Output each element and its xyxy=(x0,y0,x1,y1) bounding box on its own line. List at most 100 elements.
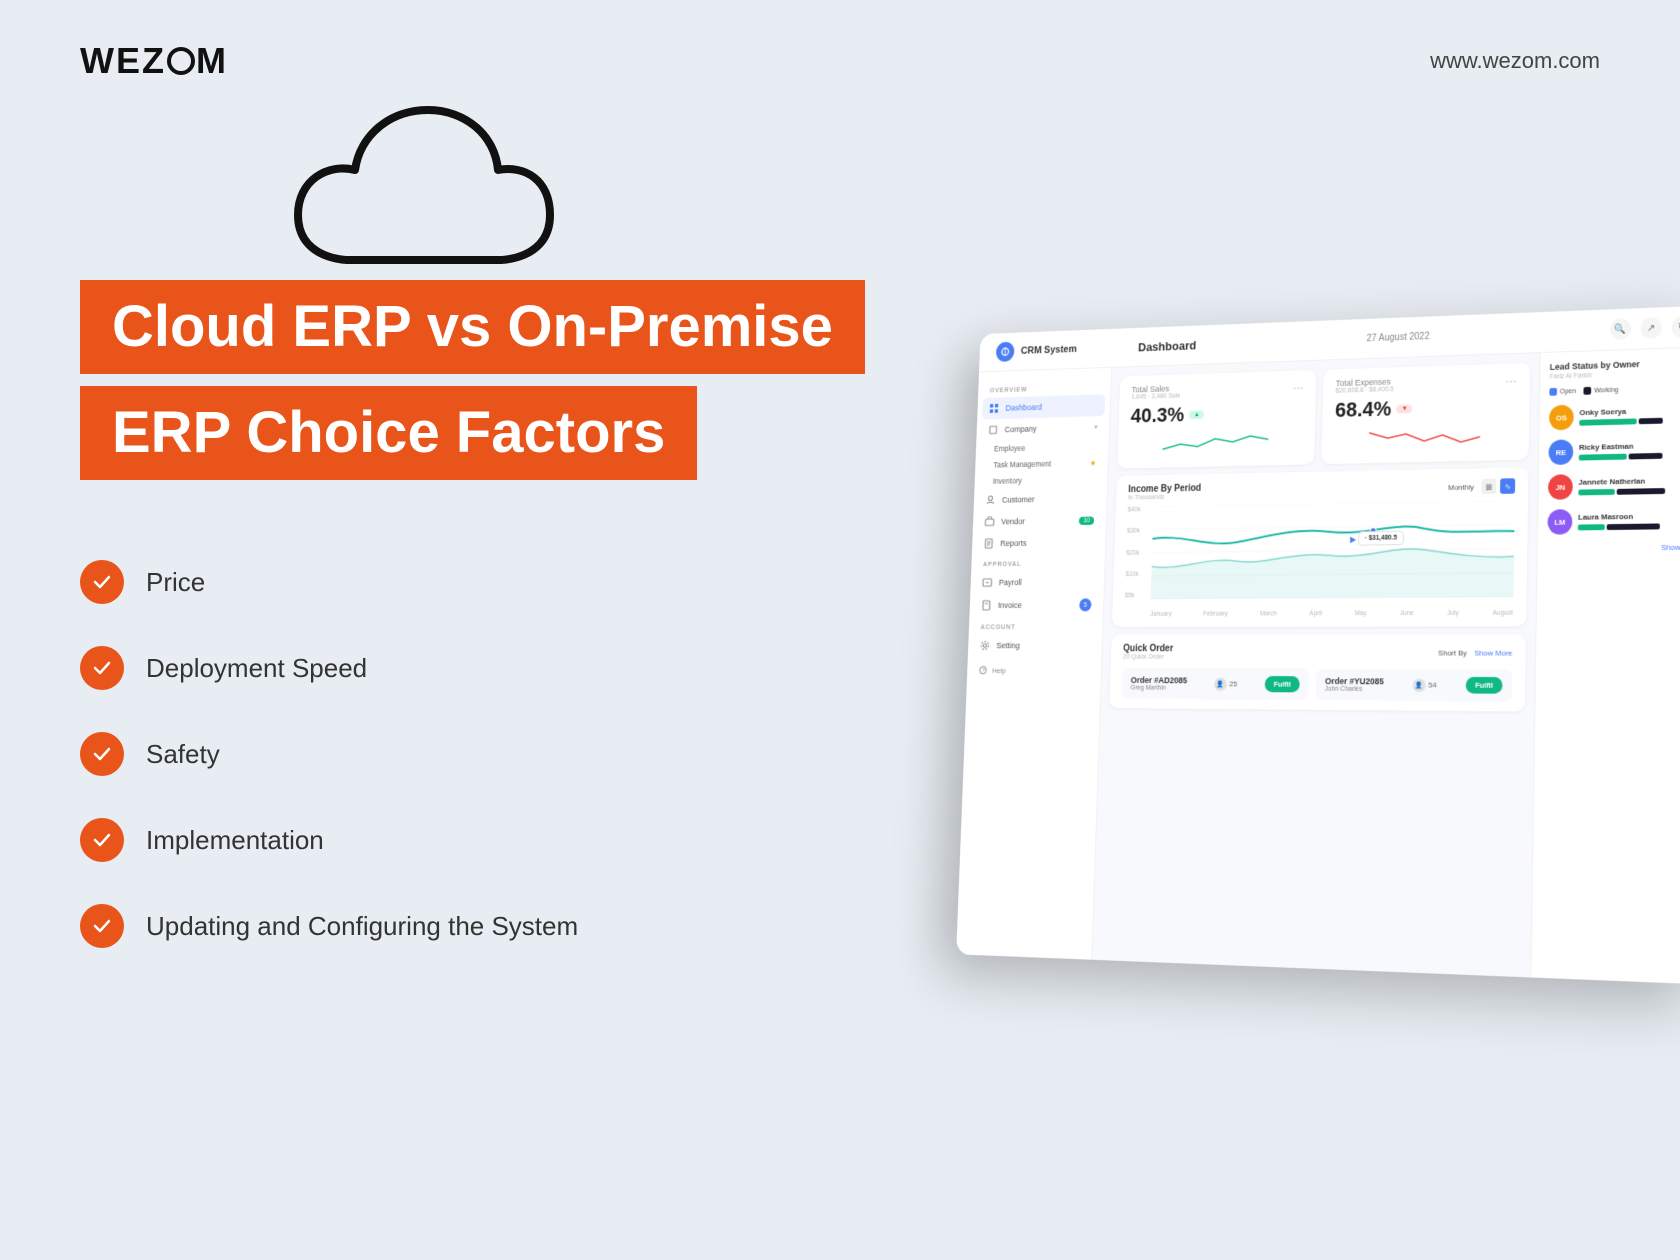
lead-bars-ricky xyxy=(1579,452,1680,461)
order-count-2: 👤 54 xyxy=(1412,678,1436,692)
bar-chart-icon[interactable]: ▦ xyxy=(1481,479,1496,495)
legend-label-open: Open xyxy=(1560,388,1576,395)
order-count-icon-1: 👤 xyxy=(1214,677,1227,690)
sidebar-item-payroll[interactable]: Payroll xyxy=(970,571,1104,594)
income-chart-title: Income By Period xyxy=(1128,483,1201,495)
income-controls: Monthly ▦ ∿ xyxy=(1448,478,1515,495)
sidebar-item-invoice[interactable]: Invoice 5 xyxy=(969,593,1103,617)
check-item-implementation: Implementation xyxy=(80,818,578,862)
quick-order-title: Quick Order xyxy=(1123,644,1173,654)
search-icon[interactable]: 🔍 xyxy=(1610,318,1631,340)
y-label-10k: $10k xyxy=(1125,571,1138,578)
lead-person-onky: OS Onky Soerya xyxy=(1549,401,1680,430)
avatar-jannete: JN xyxy=(1548,474,1573,500)
fulfil-btn-1[interactable]: Fulfil xyxy=(1264,676,1299,692)
check-item-deployment: Deployment Speed xyxy=(80,646,578,690)
lead-person-ricky: RE Ricky Eastman xyxy=(1548,436,1680,465)
income-chart-area: $40k $30k $20k $10k $5k xyxy=(1124,500,1515,617)
avatar-onky: OS xyxy=(1549,405,1574,431)
lead-bars-jannete xyxy=(1578,487,1680,495)
check-item-price: Price xyxy=(80,560,578,604)
quick-order-card: Quick Order 20 Quick Order Short By Show… xyxy=(1109,634,1526,711)
order-item-2: Order #YU2085 John Charles 👤 54 Fulfil xyxy=(1316,669,1513,702)
lead-bar-laura-open xyxy=(1578,524,1605,530)
income-view-icons: ▦ ∿ xyxy=(1481,478,1515,494)
dashboard-date: 27 August 2022 xyxy=(1366,331,1429,344)
legend-dot-working xyxy=(1584,387,1592,395)
kpi-expenses-sparkline xyxy=(1334,422,1516,455)
quick-order-controls: Short By Show More xyxy=(1438,648,1512,657)
lead-name-ricky: Ricky Eastman xyxy=(1579,440,1680,452)
income-period[interactable]: Monthly xyxy=(1448,482,1474,491)
dashboard-page-title: Dashboard xyxy=(1138,338,1197,354)
lead-status-panel: Lead Status by Owner Fariz Al Farish Ope… xyxy=(1530,347,1680,984)
export-icon[interactable]: ↗ xyxy=(1640,317,1661,339)
income-chart-sub: In Thousands xyxy=(1128,494,1201,502)
kpi-expenses-badge: ▼ xyxy=(1397,404,1413,413)
sidebar-help[interactable]: ? Help xyxy=(967,656,1102,684)
x-jul: July xyxy=(1447,610,1459,617)
sidebar-label-reports: Reports xyxy=(1000,539,1027,548)
title-line-2: ERP Choice Factors xyxy=(112,400,665,465)
order-id-2: Order #YU2085 xyxy=(1325,676,1384,686)
legend-working: Working xyxy=(1584,386,1619,395)
lead-bars-onky xyxy=(1579,417,1680,426)
check-label-price: Price xyxy=(146,567,205,598)
legend-dot-open xyxy=(1549,388,1557,396)
x-may: May xyxy=(1355,610,1367,617)
order-info-1: Order #AD2085 Greg Marthin xyxy=(1130,675,1187,691)
kpi-sales-sublabel: 1,645 · 2,480 Sale xyxy=(1131,393,1180,401)
lead-person-jannete: JN Jannete Natherlan xyxy=(1548,472,1680,500)
title-box-2: ERP Choice Factors xyxy=(80,386,697,480)
quick-order-header: Quick Order 20 Quick Order Short By Show… xyxy=(1123,644,1513,662)
fulfil-btn-2[interactable]: Fulfil xyxy=(1466,677,1503,694)
company-chevron: ▾ xyxy=(1094,423,1097,430)
sidebar-item-customer[interactable]: Customer xyxy=(974,487,1108,511)
task-star: ★ xyxy=(1090,459,1096,467)
dashboard-app-name: CRM System xyxy=(1021,344,1077,357)
kpi-expenses-menu[interactable]: ⋯ xyxy=(1505,374,1516,388)
chart-x-labels: January February March April May June Ju… xyxy=(1150,610,1513,618)
title-section: Cloud ERP vs On-Premise ERP Choice Facto… xyxy=(80,280,865,480)
check-icon-implementation xyxy=(80,818,124,862)
kpi-expenses-sublabel: $20,608.8 · $8,400.5 xyxy=(1335,386,1393,394)
kpi-sales-menu[interactable]: ⋯ xyxy=(1293,381,1304,394)
income-chart-header: Income By Period In Thousands Monthly ▦ … xyxy=(1128,477,1515,501)
help-label: Help xyxy=(992,666,1006,674)
sidebar-item-setting[interactable]: Setting xyxy=(968,634,1102,656)
order-id-1: Order #AD2085 xyxy=(1131,675,1188,685)
sidebar-label-inventory: Inventory xyxy=(993,476,1022,486)
sidebar-label-customer: Customer xyxy=(1002,495,1035,505)
sidebar-item-vendor[interactable]: Vendor 10 xyxy=(973,509,1107,533)
website-url: www.wezom.com xyxy=(1430,48,1600,74)
avatar-laura: LM xyxy=(1547,509,1572,535)
sidebar-label-payroll: Payroll xyxy=(999,578,1022,587)
kpi-sales-badge: ▲ xyxy=(1189,410,1204,419)
y-label-40k: $40k xyxy=(1128,507,1141,514)
dashboard-logo-area: CRM System xyxy=(996,337,1130,362)
kpi-expenses-value: 68.4% ▼ xyxy=(1335,393,1517,423)
order-count-icon-2: 👤 xyxy=(1412,678,1425,692)
check-item-updating: Updating and Configuring the System xyxy=(80,904,578,948)
lead-bar-ricky-open xyxy=(1579,454,1627,461)
quick-order-subtitle: 20 Quick Order xyxy=(1123,654,1173,661)
lead-show-more[interactable]: Show More xyxy=(1547,543,1680,553)
order-name-1: Greg Marthin xyxy=(1130,685,1187,692)
check-icon-updating xyxy=(80,904,124,948)
dashboard-sidebar: OVERVIEW Dashboard Company ▾ Employee Ta… xyxy=(956,368,1112,960)
quick-order-sort[interactable]: Short By xyxy=(1438,648,1467,657)
kpi-sales-sparkline xyxy=(1129,427,1302,459)
line-chart-icon[interactable]: ∿ xyxy=(1500,478,1515,494)
sidebar-label-invoice: Invoice xyxy=(998,601,1022,610)
order-count-1: 👤 25 xyxy=(1214,677,1237,690)
refresh-icon[interactable]: ↻ xyxy=(1671,316,1680,338)
x-mar: March xyxy=(1260,611,1277,618)
sidebar-label-task: Task Management xyxy=(993,459,1051,469)
avatar-ricky: RE xyxy=(1548,439,1573,465)
sidebar-account-label: ACCOUNT xyxy=(969,617,1103,635)
sidebar-item-reports[interactable]: Reports xyxy=(972,531,1106,555)
dashboard-frame: CRM System Dashboard 27 August 2022 🔍 ↗ … xyxy=(956,305,1680,984)
income-chart-card: Income By Period In Thousands Monthly ▦ … xyxy=(1112,467,1529,627)
quick-order-show-more[interactable]: Show More xyxy=(1474,648,1512,657)
sidebar-label-company: Company xyxy=(1005,424,1037,434)
